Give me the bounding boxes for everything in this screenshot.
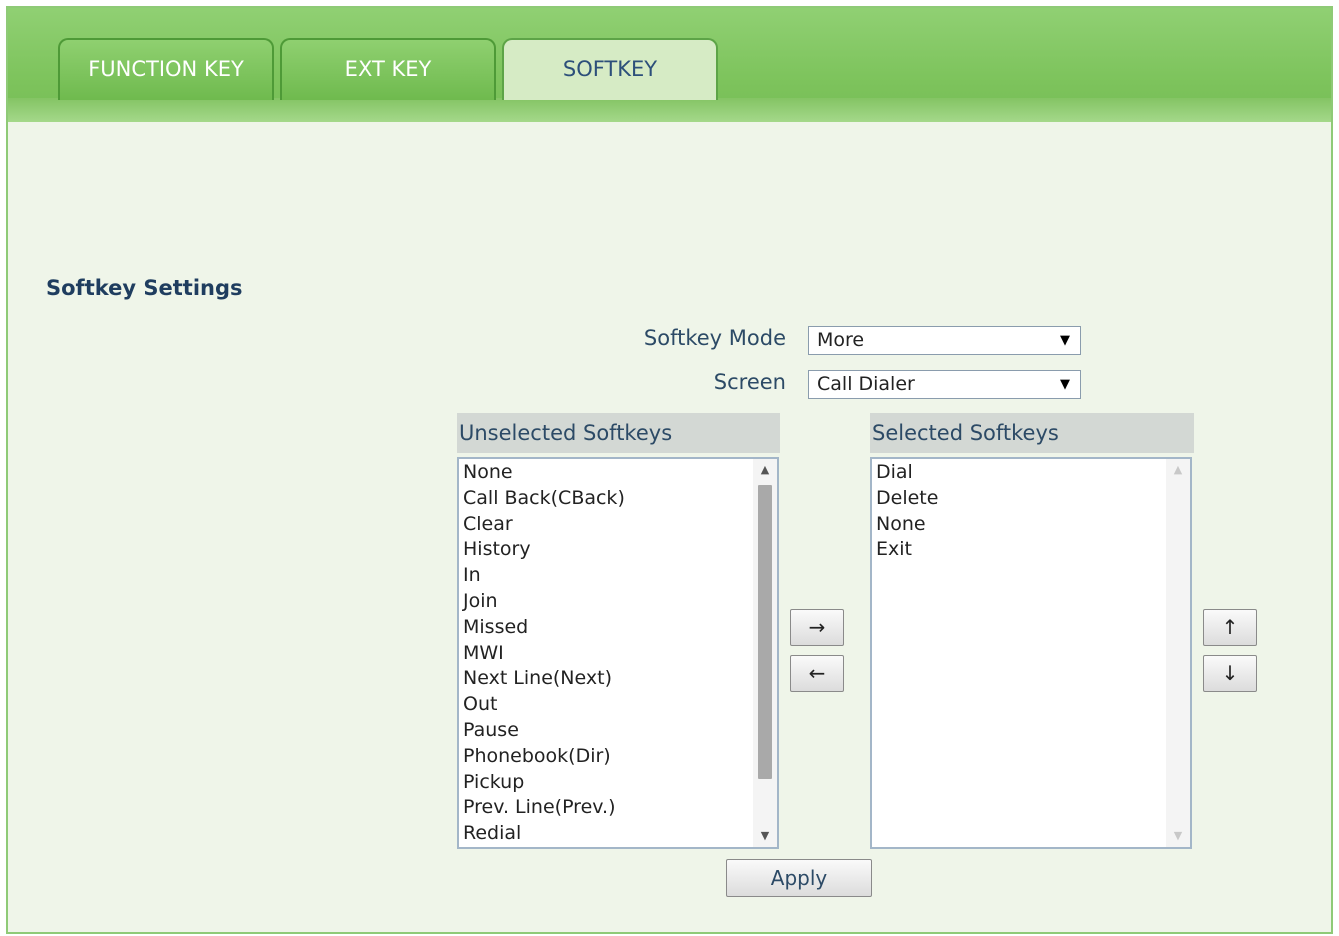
unselected-softkey-option[interactable]: Next Line(Next) — [463, 666, 625, 692]
selected-softkeys-list[interactable]: Dial Delete None Exit ▲ ▼ — [870, 457, 1192, 849]
tab-function-key[interactable]: FUNCTION KEY — [58, 38, 274, 100]
unselected-softkey-option[interactable]: In — [463, 563, 625, 589]
unselected-softkey-option[interactable]: History — [463, 537, 625, 563]
scroll-thumb[interactable] — [758, 485, 772, 779]
unselected-softkey-option[interactable]: Phonebook(Dir) — [463, 744, 625, 770]
unselected-softkey-option[interactable]: Redial — [463, 821, 625, 847]
screen-select[interactable]: Call Dialer ▼ — [808, 370, 1081, 399]
selected-softkey-option[interactable]: Exit — [876, 537, 938, 563]
unselected-softkey-option[interactable]: Join — [463, 589, 625, 615]
unselected-softkey-option[interactable]: Pause — [463, 718, 625, 744]
unselected-softkey-option[interactable]: Pickup — [463, 770, 625, 796]
move-up-button[interactable]: ↑ — [1203, 609, 1257, 646]
unselected-softkey-option[interactable]: Out — [463, 692, 625, 718]
tab-bar-stripe — [8, 98, 1331, 122]
unselected-softkey-option[interactable]: Call Back(CBack) — [463, 486, 625, 512]
dropdown-arrow-icon: ▼ — [1060, 333, 1070, 348]
unselected-softkeys-header: Unselected Softkeys — [457, 413, 780, 453]
tab-ext-key[interactable]: EXT KEY — [280, 38, 496, 100]
softkey-mode-select[interactable]: More ▼ — [808, 326, 1081, 355]
scroll-up-icon[interactable]: ▲ — [1166, 459, 1190, 481]
tab-bar: FUNCTION KEY EXT KEY SOFTKEY — [8, 8, 1331, 122]
scroll-down-icon[interactable]: ▼ — [1166, 825, 1190, 847]
selected-scrollbar[interactable]: ▲ ▼ — [1166, 459, 1190, 847]
selected-softkeys-header: Selected Softkeys — [870, 413, 1194, 453]
selected-softkey-option[interactable]: Dial — [876, 460, 938, 486]
unselected-softkey-option[interactable]: None — [463, 460, 625, 486]
unselected-softkeys-list[interactable]: None Call Back(CBack) Clear History In Join Mi… — [457, 457, 779, 849]
selected-items: Dial Delete None Exit — [876, 460, 938, 563]
screen-value: Call Dialer — [817, 373, 915, 395]
screen-label: Screen — [713, 370, 786, 394]
unselected-softkey-option[interactable]: Clear — [463, 512, 625, 538]
move-right-button[interactable]: → — [790, 609, 844, 646]
scroll-down-icon[interactable]: ▼ — [753, 825, 777, 847]
unselected-softkey-option[interactable]: Missed — [463, 615, 625, 641]
move-down-button[interactable]: ↓ — [1203, 655, 1257, 692]
softkey-mode-value: More — [817, 329, 865, 351]
tab-softkey[interactable]: SOFTKEY — [502, 38, 718, 100]
section-title: Softkey Settings — [46, 276, 243, 300]
unselected-softkey-option[interactable]: Prev. Line(Prev.) — [463, 795, 625, 821]
unselected-scrollbar[interactable]: ▲ ▼ — [753, 459, 777, 847]
unselected-softkey-option[interactable]: MWI — [463, 641, 625, 667]
move-left-button[interactable]: ← — [790, 655, 844, 692]
apply-button[interactable]: Apply — [726, 859, 872, 897]
scroll-up-icon[interactable]: ▲ — [753, 459, 777, 481]
dropdown-arrow-icon: ▼ — [1060, 377, 1070, 392]
softkey-panel: FUNCTION KEY EXT KEY SOFTKEY Softkey Set… — [6, 6, 1333, 934]
selected-softkey-option[interactable]: None — [876, 512, 938, 538]
unselected-items: None Call Back(CBack) Clear History In Join Mi… — [463, 460, 625, 847]
softkey-mode-label: Softkey Mode — [643, 326, 786, 350]
selected-softkey-option[interactable]: Delete — [876, 486, 938, 512]
